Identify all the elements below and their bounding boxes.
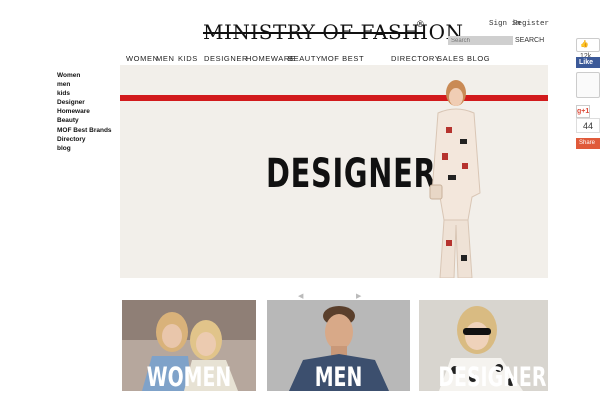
nav-beauty[interactable]: BEAUTY: [288, 54, 322, 63]
search-input[interactable]: [448, 36, 513, 45]
nav-blog[interactable]: BLOG: [467, 54, 490, 63]
hero-banner[interactable]: DESIGNER: [120, 65, 548, 278]
hero-title: DESIGNER: [266, 151, 437, 197]
registered-mark: ®: [417, 19, 424, 29]
tile-label-designer: DESIGNER: [438, 362, 547, 391]
nav-kids[interactable]: KIDS: [178, 54, 198, 63]
carousel-next-icon[interactable]: ▶: [356, 292, 361, 300]
carousel-prev-icon[interactable]: ◀: [298, 292, 303, 300]
thumbs-up-icon: 👍: [580, 41, 589, 48]
sidebar-item-beauty[interactable]: Beauty: [57, 116, 112, 125]
sidebar-item-homeware[interactable]: Homeware: [57, 107, 112, 116]
logo-strike-line: [203, 32, 425, 34]
tile-label-men: MEN: [314, 362, 363, 391]
nav-sales[interactable]: SALES: [437, 54, 464, 63]
nav-directory[interactable]: DIRECTORY: [391, 54, 440, 63]
google-plus-count: 44: [576, 118, 600, 133]
nav-men[interactable]: MEN: [156, 54, 174, 63]
category-tile-men[interactable]: MEN: [267, 300, 410, 391]
share-button[interactable]: Share: [576, 138, 600, 149]
search-button[interactable]: SEARCH: [515, 37, 544, 44]
nav-women[interactable]: WOMEN: [126, 54, 159, 63]
sidebar-item-blog[interactable]: blog: [57, 144, 112, 153]
google-plus-button[interactable]: g+1: [576, 105, 590, 118]
facebook-comment-box[interactable]: [576, 72, 600, 98]
sidebar-item-men[interactable]: men: [57, 80, 112, 89]
facebook-like-count: 👍 12k: [576, 38, 600, 60]
nav-designer[interactable]: DESIGNER: [204, 54, 248, 63]
sidebar-item-mof-best-brands[interactable]: MOF Best Brands: [57, 126, 112, 135]
sidebar-item-kids[interactable]: kids: [57, 89, 112, 98]
category-tile-women[interactable]: WOMEN: [122, 300, 256, 391]
facebook-like-label: Like: [579, 59, 594, 66]
facebook-like-button[interactable]: Like: [576, 57, 600, 68]
category-tile-designer[interactable]: DESIGNER: [419, 300, 548, 391]
site-logo[interactable]: MINISTRY OF FASHION: [203, 18, 463, 48]
hero-model-image: [429, 80, 481, 278]
sidebar-item-directory[interactable]: Directory: [57, 135, 112, 144]
sidebar-item-designer[interactable]: Designer: [57, 98, 112, 107]
sidebar-item-women[interactable]: Women: [57, 71, 112, 80]
register-link[interactable]: Register: [513, 20, 549, 28]
sidebar-menu: Women men kids Designer Homeware Beauty …: [57, 71, 112, 153]
tile-label-women: WOMEN: [146, 362, 232, 391]
